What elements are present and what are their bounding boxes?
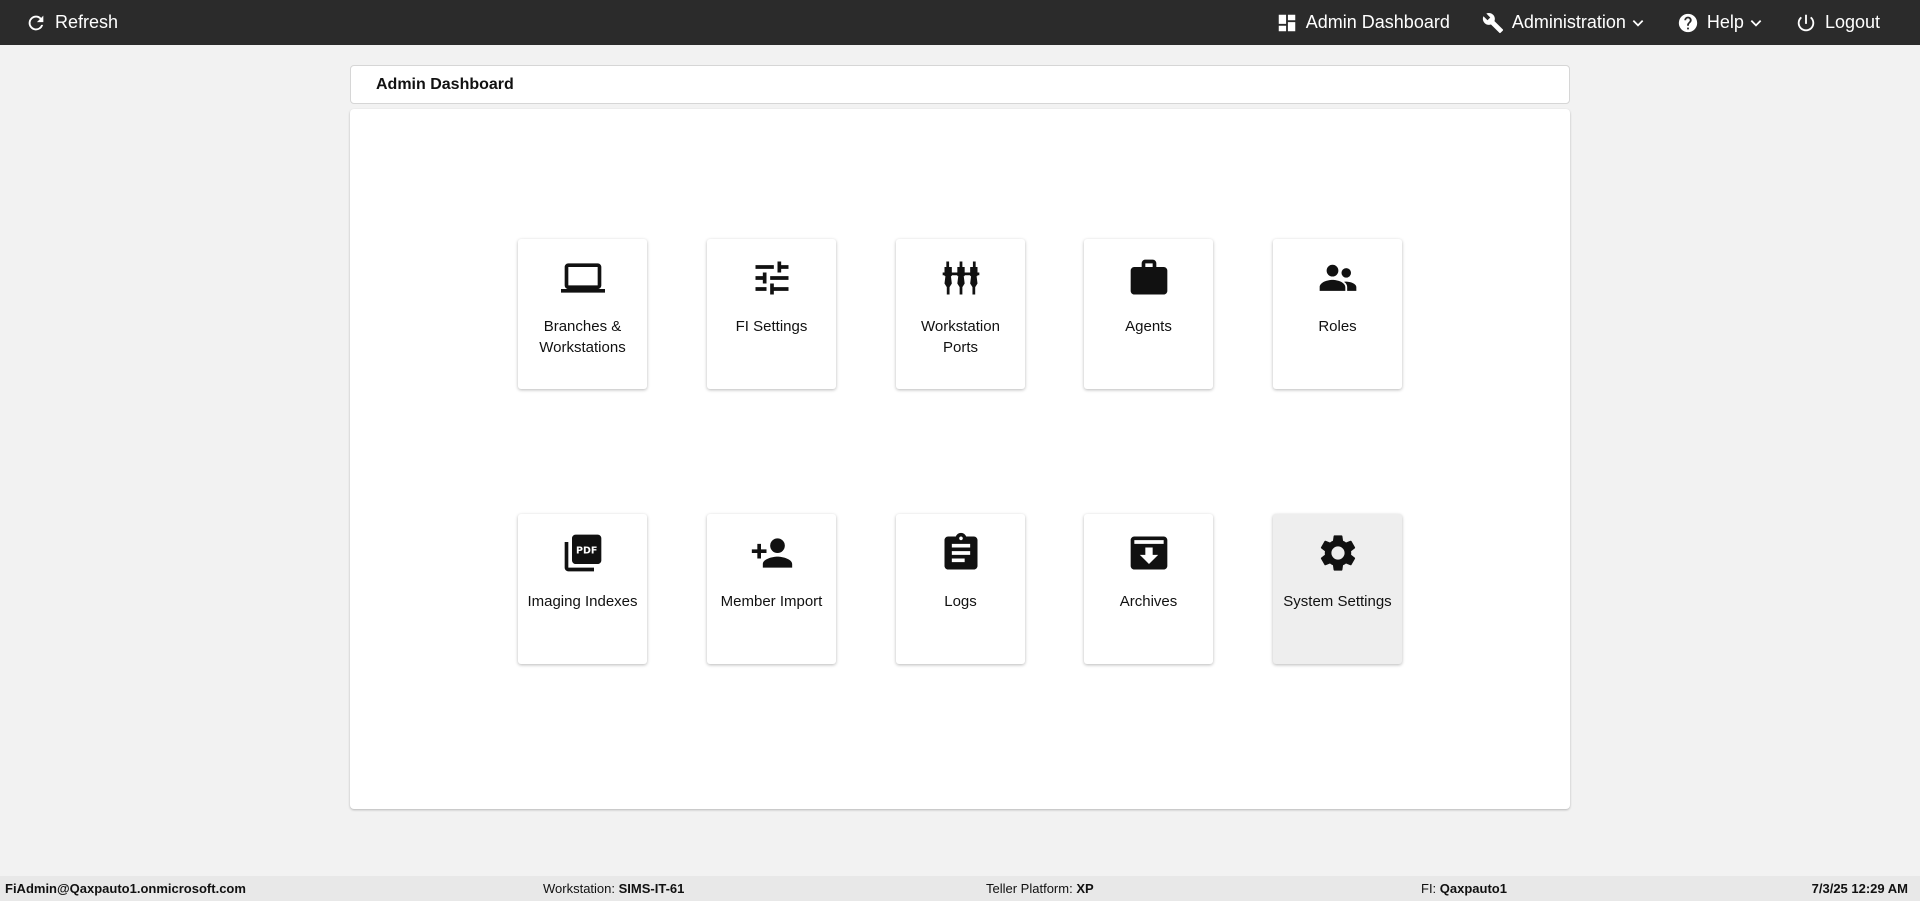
nav-admin-dashboard-label: Admin Dashboard [1305,12,1450,32]
wrench-icon [1482,12,1503,33]
tile-label: FI Settings [735,318,808,335]
refresh-icon [28,15,44,30]
laptop-icon [560,256,605,300]
footer-platform: Teller Platform: XP [986,881,1094,896]
chevron-down-icon [1632,19,1644,27]
tile-member-import[interactable]: Member Import [707,514,836,664]
tile-imaging-indexes[interactable]: PDF Imaging Indexes [518,514,647,664]
footer-workstation: Workstation: SIMS-IT-61 [543,881,684,896]
tile-label: Archives [1119,593,1178,610]
tile-system-settings[interactable]: System Settings [1273,514,1402,664]
power-icon [1797,14,1815,31]
add-person-icon [750,531,794,575]
pdf-icon: PDF [561,531,605,575]
footer-datetime-value: 7/3/25 12:29 AM [1811,881,1908,896]
tile-label: Workstation Ports [921,318,1000,356]
chevron-down-icon [1750,19,1762,27]
tile-archives[interactable]: Archives [1084,514,1213,664]
tile-logs[interactable]: Logs [896,514,1025,664]
tile-label: Imaging Indexes [527,593,638,610]
nav-administration[interactable]: Administration [1482,0,1645,45]
people-icon [1316,256,1360,300]
nav-help[interactable]: Help [1677,0,1763,45]
tune-icon [750,256,794,300]
clipboard-icon [939,531,983,575]
footer-fi: FI: Qaxpauto1 [1421,881,1507,896]
tile-label: Member Import [720,593,823,610]
refresh-button[interactable]: Refresh [25,0,118,45]
page-title-bar: Admin Dashboard [350,65,1570,104]
nav-logout[interactable]: Logout [1795,0,1880,45]
tile-workstation-ports[interactable]: Workstation Ports [896,239,1025,389]
page-title: Admin Dashboard [376,75,514,93]
footer-user-value: FiAdmin@Qaxpauto1.onmicrosoft.com [5,881,246,896]
tile-label: Agents [1125,318,1172,335]
nav-logout-label: Logout [1824,12,1880,32]
archive-icon [1127,531,1171,575]
footer-workstation-label: Workstation: [543,881,616,896]
footer-platform-label: Teller Platform: [986,881,1073,896]
svg-text:PDF: PDF [575,546,596,557]
footer-datetime: 7/3/25 12:29 AM [1812,881,1908,896]
tile-roles[interactable]: Roles [1273,239,1402,389]
ports-icon [939,256,983,300]
nav-menu: Admin Dashboard Administration Help Logo… [1276,0,1920,45]
dashboard-icon [1278,14,1296,31]
nav-help-label: Help [1706,12,1744,32]
nav-admin-dashboard[interactable]: Admin Dashboard [1276,0,1450,45]
tile-agents[interactable]: Agents [1084,239,1213,389]
status-footer: FiAdmin@Qaxpauto1.onmicrosoft.com Workst… [0,876,1920,901]
footer-platform-value: XP [1076,881,1094,896]
top-navbar: Refresh Admin Dashboard Administration H… [0,0,1920,45]
tile-branches-workstations[interactable]: Branches & Workstations [518,239,647,389]
footer-workstation-value: SIMS-IT-61 [618,881,685,896]
tile-label: Roles [1318,318,1357,335]
tile-label: System Settings [1283,593,1392,610]
dashboard-panel: Branches & Workstations FI Settings Work… [350,109,1570,809]
briefcase-icon [1127,256,1171,300]
tile-fi-settings[interactable]: FI Settings [707,239,836,389]
nav-administration-label: Administration [1511,12,1626,32]
help-icon [1678,13,1698,32]
footer-user: FiAdmin@Qaxpauto1.onmicrosoft.com [5,881,246,896]
refresh-label: Refresh [55,12,119,32]
tile-label: Logs [944,593,977,610]
gear-icon [1316,531,1360,575]
footer-fi-value: Qaxpauto1 [1439,881,1507,896]
tile-label: Branches & Workstations [539,318,626,356]
footer-fi-label: FI: [1421,881,1437,896]
